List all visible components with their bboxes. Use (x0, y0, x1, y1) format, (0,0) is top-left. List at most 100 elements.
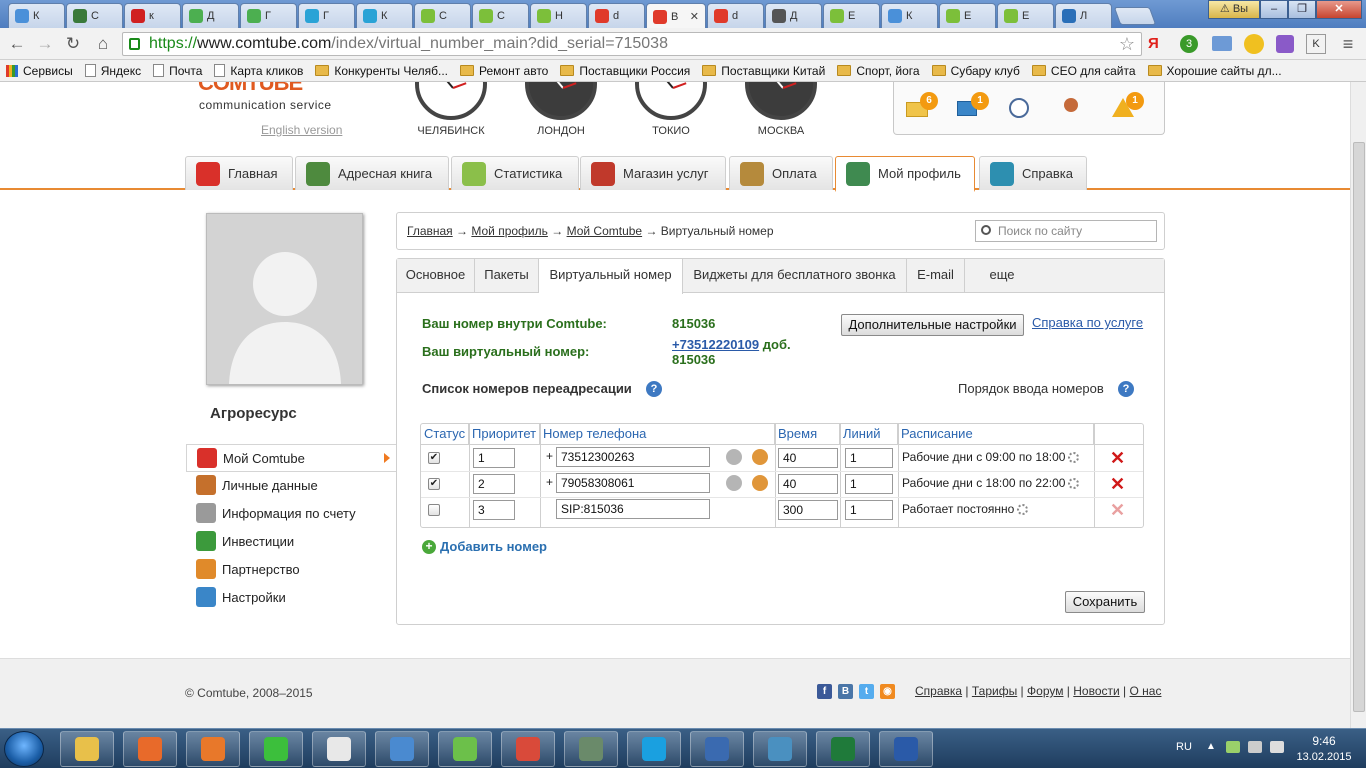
taskbar-app-media[interactable] (123, 731, 177, 767)
taskbar-app-excel[interactable] (816, 731, 870, 767)
sidebar-item[interactable]: Партнерство (186, 556, 396, 582)
save-button[interactable]: Сохранить (1065, 591, 1145, 613)
subtab[interactable]: еще (965, 259, 1039, 293)
main-tab[interactable]: Мой профиль (835, 156, 975, 192)
home-button[interactable]: ⌂ (92, 34, 114, 54)
scrollbar-thumb[interactable] (1353, 142, 1365, 712)
taskbar-app-yandex[interactable] (312, 731, 366, 767)
sidebar-item[interactable]: Инвестиции (186, 528, 396, 554)
bookmark-star-icon[interactable]: ☆ (1119, 33, 1135, 55)
select-contact-icon[interactable] (726, 475, 742, 491)
mail-extension-icon[interactable] (1212, 36, 1232, 51)
extension-badge-icon[interactable]: 3 (1180, 35, 1198, 53)
phone-input[interactable]: SIP:815036 (556, 499, 710, 519)
main-tab[interactable]: Магазин услуг (580, 156, 726, 190)
new-tab-button[interactable] (1113, 7, 1157, 25)
select-contact-icon[interactable] (726, 449, 742, 465)
subtab[interactable]: Виртуальный номер (539, 259, 683, 294)
footer-link[interactable]: Тарифы (972, 684, 1017, 698)
sidebar-item[interactable]: Мой Comtube (186, 444, 396, 472)
minimize-button[interactable]: – (1260, 0, 1288, 19)
gear-icon[interactable] (1017, 504, 1029, 516)
sidebar-item[interactable]: Личные данные (186, 472, 396, 498)
twitter-icon[interactable]: t (859, 684, 874, 699)
taskbar-app-photos[interactable] (753, 731, 807, 767)
status-checkbox[interactable]: ✔ (428, 452, 440, 464)
bookmark-item[interactable]: Хорошие сайты дл... (1147, 64, 1282, 78)
tab-close-icon[interactable]: ✕ (690, 10, 699, 23)
footer-link[interactable]: О нас (1130, 684, 1162, 698)
tray-flag-icon[interactable] (1248, 741, 1262, 753)
comtube-logo[interactable]: COMTUBE (198, 82, 303, 96)
subtab[interactable]: E-mail (907, 259, 965, 293)
browser-tab[interactable]: d (707, 3, 764, 28)
start-button[interactable] (4, 731, 44, 767)
sidebar-item[interactable]: Информация по счету (186, 500, 396, 526)
taskbar-app-thunderbird[interactable] (690, 731, 744, 767)
footer-link[interactable]: Форум (1027, 684, 1063, 698)
browser-tab[interactable]: К (881, 3, 938, 28)
breadcrumb-profile-link[interactable]: Мой профиль (471, 224, 548, 238)
extension-k-icon[interactable]: K (1306, 34, 1326, 54)
phone-input[interactable]: 73512300263 (556, 447, 710, 467)
facebook-icon[interactable]: f (817, 684, 832, 699)
service-help-link[interactable]: Справка по услуге (1032, 315, 1143, 330)
browser-tab[interactable]: Г (240, 3, 297, 28)
bookmark-item[interactable]: Карта кликов (214, 64, 303, 78)
tray-volume-icon[interactable] (1270, 741, 1284, 753)
browser-tab[interactable]: С (472, 3, 529, 28)
forward-button[interactable]: → (34, 34, 56, 54)
time-input[interactable]: 40 (778, 448, 838, 468)
browser-tab[interactable]: к (124, 3, 181, 28)
subtab[interactable]: Основное (397, 259, 475, 293)
main-tab[interactable]: Адресная книга (295, 156, 449, 190)
bookmark-item[interactable]: Яндекс (84, 64, 141, 78)
footer-link[interactable]: Справка (915, 684, 962, 698)
bookmark-item[interactable]: Поставщики Россия (560, 64, 690, 78)
browser-tab[interactable]: Д (765, 3, 822, 28)
monitor-button[interactable]: 1 (957, 92, 989, 120)
taskbar-app-word[interactable] (879, 731, 933, 767)
site-search-input[interactable]: Поиск по сайту (975, 220, 1157, 242)
tray-expand-icon[interactable]: ▲ (1206, 741, 1216, 752)
main-tab[interactable]: Справка (979, 156, 1087, 190)
main-tab[interactable]: Статистика (451, 156, 579, 190)
gear-icon[interactable] (1068, 478, 1080, 490)
lines-input[interactable]: 1 (845, 448, 893, 468)
bookmark-item[interactable]: Спорт, йога (837, 64, 920, 78)
contacts-button[interactable] (1060, 98, 1086, 120)
maximize-button[interactable]: ❐ (1288, 0, 1316, 19)
subtab[interactable]: Виджеты для бесплатного звонка (683, 259, 907, 293)
tray-network-icon[interactable] (1226, 741, 1240, 753)
forwarding-help-icon[interactable]: ? (646, 381, 662, 397)
extension-icon[interactable] (1276, 35, 1294, 53)
bookmark-item[interactable]: Ремонт авто (460, 64, 548, 78)
clock-button[interactable] (1009, 98, 1035, 120)
lines-input[interactable]: 1 (845, 500, 893, 520)
browser-tab[interactable]: Д (182, 3, 239, 28)
subtab[interactable]: Пакеты (475, 259, 539, 293)
browser-tab[interactable]: Н (530, 3, 587, 28)
browser-tab[interactable]: С (414, 3, 471, 28)
time-input[interactable]: 40 (778, 474, 838, 494)
taskbar-app-skype[interactable] (627, 731, 681, 767)
browser-tab[interactable]: Е (823, 3, 880, 28)
browser-tab[interactable]: К (356, 3, 413, 28)
taskbar-app-icq[interactable] (249, 731, 303, 767)
taskbar-app-explorer[interactable] (60, 731, 114, 767)
back-button[interactable]: ← (6, 34, 28, 54)
breadcrumb-comtube-link[interactable]: Мой Comtube (567, 224, 643, 238)
taskbar-app-firefox[interactable] (186, 731, 240, 767)
delete-row-icon[interactable]: ✕ (1110, 475, 1125, 493)
taskbar-app-terminal[interactable] (564, 731, 618, 767)
yandex-extension-icon[interactable]: Я (1148, 35, 1166, 53)
weather-extension-icon[interactable] (1244, 34, 1264, 54)
taskbar-app-chrome[interactable] (501, 731, 555, 767)
contact-group-icon[interactable] (752, 475, 768, 491)
clock-time[interactable]: 9:46 (1304, 734, 1344, 748)
bookmark-item[interactable]: СЕО для сайта (1031, 64, 1136, 78)
close-window-button[interactable]: ✕ (1316, 0, 1362, 19)
browser-tab[interactable]: С (66, 3, 123, 28)
profile-button[interactable]: ⚠ Вы (1208, 0, 1260, 19)
input-order-help-icon[interactable]: ? (1118, 381, 1134, 397)
